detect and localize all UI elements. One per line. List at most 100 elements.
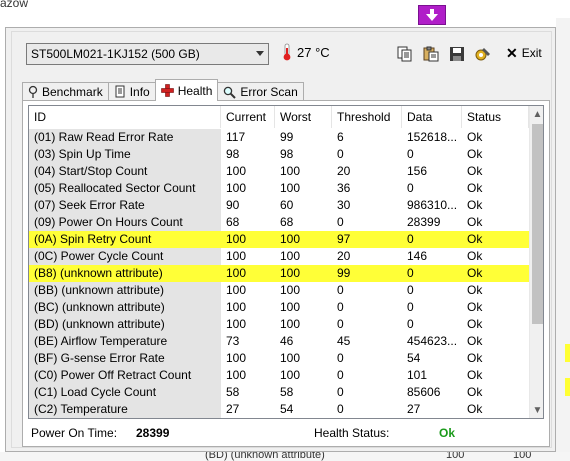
data-cell: 156 xyxy=(407,164,428,178)
temperature-display: 27 °C xyxy=(282,43,330,61)
attribute-id-cell: (03) Spin Up Time xyxy=(29,146,221,163)
table-row[interactable]: (0A) Spin Retry Count 100 100 97 0 Ok xyxy=(29,231,529,248)
threshold-cell: 0 xyxy=(337,368,344,382)
scrollbar-thumb[interactable] xyxy=(532,124,543,324)
vertical-scrollbar[interactable]: ▲ ▼ xyxy=(529,106,543,418)
worst-cell: 100 xyxy=(275,231,332,248)
attribute-id-cell: (BC) (unknown attribute) xyxy=(29,299,221,316)
data-cell: 0 xyxy=(407,147,414,161)
power-on-time-value: 28399 xyxy=(136,426,170,440)
chevron-down-icon xyxy=(256,51,264,56)
data-cell: 0 xyxy=(407,181,414,195)
attribute-id-cell: (B8) (unknown attribute) xyxy=(29,265,221,282)
tab-benchmark-label: Benchmark xyxy=(42,85,103,99)
threshold-cell: 0 xyxy=(337,283,344,297)
table-row[interactable]: (BD) (unknown attribute) 100 100 0 0 Ok xyxy=(29,316,529,333)
worst-cell: 100 xyxy=(275,265,332,282)
column-header-status[interactable]: Status xyxy=(462,106,529,128)
threshold-cell: 30 xyxy=(337,198,351,212)
options-icon[interactable] xyxy=(473,44,493,64)
column-header-current[interactable]: Current xyxy=(221,106,275,128)
current-cell: 100 xyxy=(221,265,275,282)
table-row[interactable]: (C2) Temperature 27 54 0 27 Ok xyxy=(29,401,529,418)
worst-cell: 100 xyxy=(280,351,301,365)
paste-icon[interactable] xyxy=(421,44,441,64)
save-icon[interactable] xyxy=(447,44,467,64)
threshold-cell: 0 xyxy=(337,385,344,399)
data-cell: 146 xyxy=(407,249,428,263)
table-row[interactable]: (07) Seek Error Rate 90 60 30 986310... Ok xyxy=(29,197,529,214)
exit-button[interactable]: ✕ Exit xyxy=(506,46,542,60)
health-status-value: Ok xyxy=(439,426,456,440)
table-body: (01) Raw Read Error Rate 117 99 6 152618... O… xyxy=(29,129,529,418)
current-cell: 100 xyxy=(226,317,247,331)
threshold-cell: 0 xyxy=(337,317,344,331)
column-header-id[interactable]: ID xyxy=(29,106,221,128)
attribute-id-cell: (0A) Spin Retry Count xyxy=(29,231,221,248)
column-header-worst[interactable]: Worst xyxy=(275,106,332,128)
status-cell: Ok xyxy=(467,181,483,195)
column-header-threshold[interactable]: Threshold xyxy=(332,106,402,128)
threshold-cell: 20 xyxy=(337,249,351,263)
download-arrow-icon[interactable] xyxy=(418,5,446,25)
table-row[interactable]: (BE) Airflow Temperature 73 46 45 454623... O… xyxy=(29,333,529,350)
current-cell: 100 xyxy=(226,164,247,178)
status-cell: Ok xyxy=(467,300,483,314)
tab-info[interactable]: Info xyxy=(107,82,156,101)
current-cell: 100 xyxy=(226,249,247,263)
scroll-up-arrow-icon[interactable]: ▲ xyxy=(530,106,543,122)
smart-attributes-table: ID Current Worst Threshold Data Status (… xyxy=(28,105,544,419)
table-row[interactable]: (09) Power On Hours Count 68 68 0 28399 Ok xyxy=(29,214,529,231)
attribute-id-cell: (C1) Load Cycle Count xyxy=(29,384,221,401)
table-row[interactable]: (C0) Power Off Retract Count 100 100 0 101 Ok xyxy=(29,367,529,384)
table-row[interactable]: (BF) G-sense Error Rate 100 100 0 54 Ok xyxy=(29,350,529,367)
background-row-label: (BD) (unknown attribute) xyxy=(205,452,325,461)
status-cell: Ok xyxy=(467,385,483,399)
temperature-value: 27 °C xyxy=(297,44,330,60)
data-cell: 0 xyxy=(402,231,462,248)
info-icon xyxy=(115,85,125,98)
status-cell: Ok xyxy=(467,283,483,297)
attribute-id-cell: (BF) G-sense Error Rate xyxy=(29,350,221,367)
tab-health[interactable]: Health xyxy=(154,79,219,101)
worst-cell: 100 xyxy=(280,300,301,314)
column-header-data[interactable]: Data xyxy=(402,106,462,128)
table-row[interactable]: (0C) Power Cycle Count 100 100 20 146 Ok xyxy=(29,248,529,265)
table-row[interactable]: (BC) (unknown attribute) 100 100 0 0 Ok xyxy=(29,299,529,316)
data-cell: 0 xyxy=(407,283,414,297)
status-cell: Ok xyxy=(467,402,483,416)
status-cell: Ok xyxy=(467,130,483,144)
attribute-id-cell: (C0) Power Off Retract Count xyxy=(29,367,221,384)
scroll-down-arrow-icon[interactable]: ▼ xyxy=(530,402,543,418)
magnifier-icon xyxy=(224,86,237,99)
threshold-cell: 0 xyxy=(337,402,344,416)
current-cell: 90 xyxy=(226,198,240,212)
status-cell: Ok xyxy=(462,231,529,248)
attribute-id-cell: (01) Raw Read Error Rate xyxy=(29,129,221,146)
table-row[interactable]: (BB) (unknown attribute) 100 100 0 0 Ok xyxy=(29,282,529,299)
tab-error-scan[interactable]: Error Scan xyxy=(217,82,304,101)
toolbar xyxy=(395,44,493,64)
attribute-id-cell: (04) Start/Stop Count xyxy=(29,163,221,180)
background-window-text: ażów xyxy=(0,0,29,10)
status-cell: Ok xyxy=(467,249,483,263)
threshold-cell: 45 xyxy=(337,334,351,348)
data-cell: 101 xyxy=(407,368,428,382)
worst-cell: 98 xyxy=(280,147,294,161)
worst-cell: 60 xyxy=(280,198,294,212)
tab-benchmark[interactable]: Benchmark xyxy=(22,82,109,101)
attribute-id-cell: (BD) (unknown attribute) xyxy=(29,316,221,333)
table-row[interactable]: (04) Start/Stop Count 100 100 20 156 Ok xyxy=(29,163,529,180)
tab-info-label: Info xyxy=(129,85,150,99)
drive-selector[interactable]: ST500LM021-1KJ152 (500 GB) xyxy=(26,43,269,65)
data-cell: 152618... xyxy=(407,130,458,144)
table-row[interactable]: (C1) Load Cycle Count 58 58 0 85606 Ok xyxy=(29,384,529,401)
table-row[interactable]: (03) Spin Up Time 98 98 0 0 Ok xyxy=(29,146,529,163)
status-cell: Ok xyxy=(467,351,483,365)
copy-icon[interactable] xyxy=(395,44,415,64)
table-row[interactable]: (05) Reallocated Sector Count 100 100 36 0 Ok xyxy=(29,180,529,197)
table-row[interactable]: (B8) (unknown attribute) 100 100 99 0 Ok xyxy=(29,265,529,282)
table-row[interactable]: (01) Raw Read Error Rate 117 99 6 152618... O… xyxy=(29,129,529,146)
tab-error-scan-label: Error Scan xyxy=(240,85,298,99)
current-cell: 100 xyxy=(226,351,247,365)
